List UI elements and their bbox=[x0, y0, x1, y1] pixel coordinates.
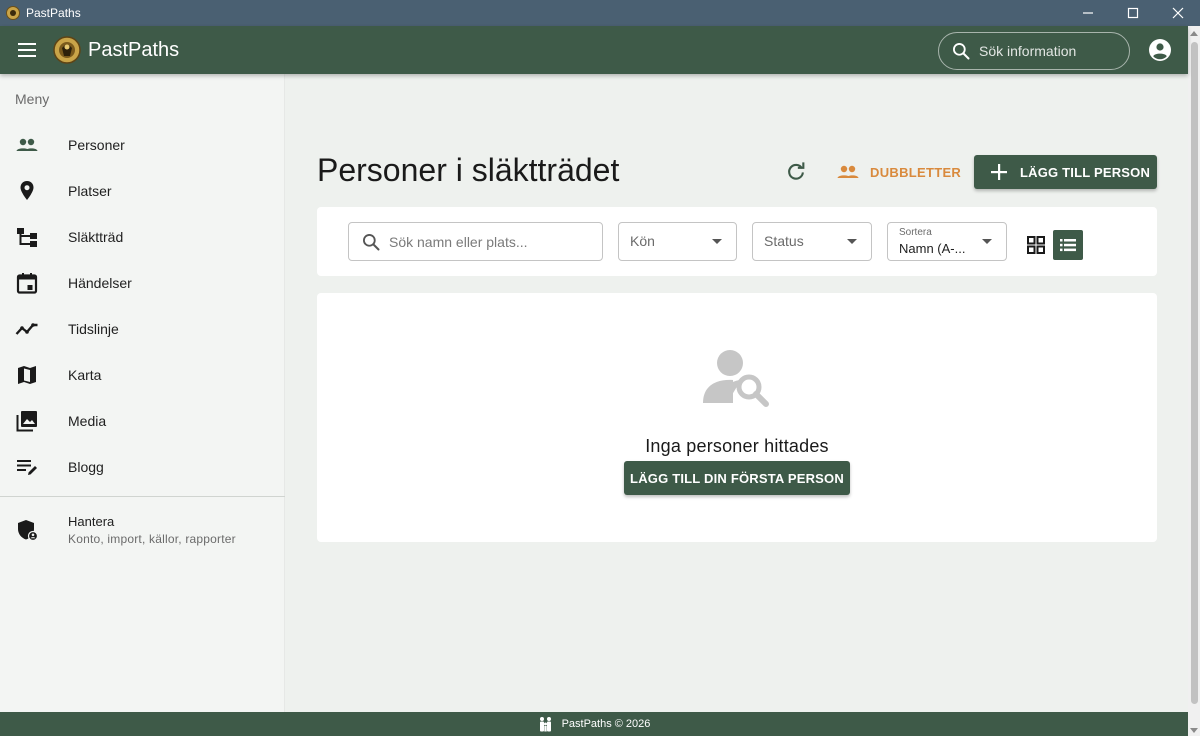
person-search-icon bbox=[703, 350, 769, 407]
status-select-label: Status bbox=[764, 233, 804, 249]
sidebar-item-karta[interactable]: Karta bbox=[0, 352, 285, 398]
sidebar-item-label: Media bbox=[68, 413, 107, 429]
map-icon bbox=[15, 363, 39, 387]
scroll-down-icon[interactable] bbox=[1190, 728, 1198, 734]
filter-bar: Sök namn eller plats... Kön Status Sorte… bbox=[317, 207, 1157, 276]
sidebar-item-tidslinje[interactable]: Tidslinje bbox=[0, 306, 285, 352]
minimize-button[interactable] bbox=[1065, 0, 1110, 26]
list-view-button[interactable] bbox=[1053, 230, 1083, 260]
refresh-icon bbox=[788, 162, 805, 180]
window-titlebar: PastPaths bbox=[0, 0, 1200, 26]
minimize-icon bbox=[1082, 12, 1093, 14]
sidebar-item-label: Tidslinje bbox=[68, 321, 119, 337]
sort-select-label: Sortera bbox=[899, 227, 932, 238]
sidebar-item-label: Blogg bbox=[68, 459, 104, 475]
refresh-button[interactable] bbox=[782, 158, 810, 186]
duplicates-button[interactable]: DUBBLETTER bbox=[830, 156, 967, 188]
plus-icon bbox=[991, 164, 1007, 180]
sidebar-manage-title: Hantera bbox=[68, 514, 115, 529]
menu-icon bbox=[18, 43, 36, 57]
account-icon[interactable] bbox=[1148, 38, 1172, 62]
footer: PastPaths © 2026 bbox=[0, 712, 1188, 736]
footer-text: PastPaths © 2026 bbox=[561, 718, 651, 730]
blog-icon bbox=[15, 455, 39, 479]
gender-select[interactable]: Kön bbox=[618, 222, 737, 261]
sidebar-divider bbox=[0, 496, 285, 497]
search-icon bbox=[363, 233, 380, 250]
timeline-icon bbox=[15, 317, 39, 341]
sidebar-heading: Meny bbox=[15, 91, 50, 107]
sidebar-item-blogg[interactable]: Blogg bbox=[0, 444, 285, 490]
sidebar-manage-subtitle: Konto, import, källor, rapporter bbox=[68, 532, 236, 546]
duplicates-label: DUBBLETTER bbox=[870, 164, 962, 180]
sidebar-item-label: Händelser bbox=[68, 275, 132, 291]
menu-button[interactable] bbox=[13, 36, 41, 64]
global-search-field[interactable]: Sök information bbox=[938, 32, 1130, 70]
family-icon bbox=[539, 717, 551, 732]
person-search-placeholder: Sök namn eller plats... bbox=[389, 233, 528, 250]
admin-shield-icon bbox=[15, 518, 39, 542]
app-name: PastPaths bbox=[88, 38, 180, 61]
add-person-label: LÄGG TILL PERSON bbox=[1020, 164, 1151, 180]
sort-select[interactable]: Sortera Namn (A-... bbox=[887, 222, 1007, 261]
empty-state-card: Inga personer hittades LÄGG TILL DIN FÖR… bbox=[317, 293, 1157, 542]
sidebar-item-hantera[interactable]: Hantera Konto, import, källor, rapporter bbox=[0, 506, 285, 554]
vertical-scrollbar[interactable] bbox=[1188, 26, 1200, 736]
sidebar-item-label: Karta bbox=[68, 367, 102, 383]
sidebar: Meny Personer Platser Släktträd Händelse… bbox=[0, 74, 285, 712]
sidebar-item-label: Personer bbox=[68, 137, 125, 153]
app-bar: PastPaths Sök information bbox=[0, 26, 1188, 74]
chevron-down-icon bbox=[982, 239, 992, 244]
status-select[interactable]: Status bbox=[752, 222, 872, 261]
list-view-icon bbox=[1060, 239, 1076, 252]
place-icon bbox=[15, 179, 39, 203]
maximize-button[interactable] bbox=[1110, 0, 1155, 26]
global-search-placeholder: Sök information bbox=[979, 43, 1077, 59]
people-icon bbox=[15, 133, 39, 157]
sidebar-item-handelser[interactable]: Händelser bbox=[0, 260, 285, 306]
scrollbar-thumb[interactable] bbox=[1191, 42, 1198, 704]
window-controls bbox=[1065, 0, 1200, 26]
sidebar-item-label: Släktträd bbox=[68, 229, 124, 245]
page-title: Personer i släktträdet bbox=[317, 152, 620, 188]
app-logo bbox=[53, 36, 81, 64]
app-window-icon bbox=[6, 6, 20, 20]
sidebar-item-label: Platser bbox=[68, 183, 112, 199]
grid-view-button[interactable] bbox=[1023, 230, 1049, 260]
maximize-icon bbox=[1127, 7, 1138, 19]
event-icon bbox=[15, 271, 39, 295]
window-title: PastPaths bbox=[26, 6, 81, 20]
add-person-button[interactable]: LÄGG TILL PERSON bbox=[974, 155, 1157, 189]
sidebar-item-personer[interactable]: Personer bbox=[0, 122, 285, 168]
add-first-person-button[interactable]: LÄGG TILL DIN FÖRSTA PERSON bbox=[624, 461, 850, 495]
sidebar-item-platser[interactable]: Platser bbox=[0, 168, 285, 214]
grid-view-icon bbox=[1027, 236, 1045, 254]
sidebar-item-slakttrad[interactable]: Släktträd bbox=[0, 214, 285, 260]
scroll-up-icon[interactable] bbox=[1190, 30, 1198, 36]
chevron-down-icon bbox=[712, 239, 722, 244]
sort-select-value: Namn (A-... bbox=[899, 241, 966, 256]
close-button[interactable] bbox=[1155, 0, 1200, 26]
empty-state-text: Inga personer hittades bbox=[645, 436, 829, 456]
search-icon bbox=[953, 43, 970, 60]
gender-select-label: Kön bbox=[630, 233, 655, 249]
tree-icon bbox=[15, 225, 39, 249]
people-icon bbox=[837, 165, 859, 178]
sidebar-item-media[interactable]: Media bbox=[0, 398, 285, 444]
person-search-input[interactable]: Sök namn eller plats... bbox=[348, 222, 603, 261]
close-icon bbox=[1172, 7, 1183, 19]
media-icon bbox=[15, 409, 39, 433]
chevron-down-icon bbox=[847, 239, 857, 244]
